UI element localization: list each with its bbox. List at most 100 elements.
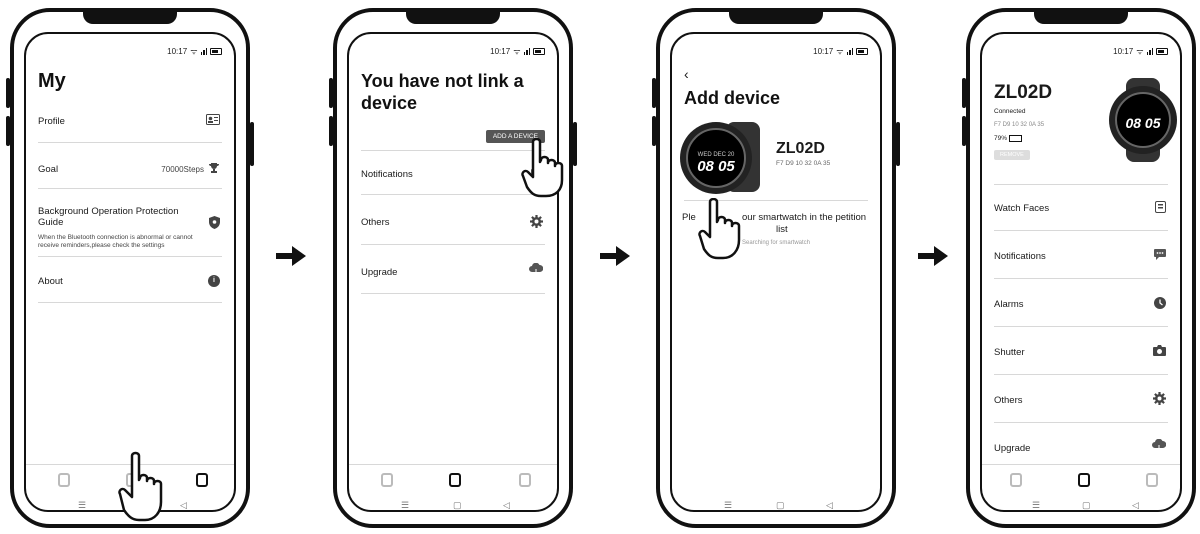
menu-nav-icon[interactable]: ☰ — [401, 500, 409, 510]
device-name: ZL02D — [994, 82, 1053, 103]
connection-status: Connected — [994, 108, 1026, 115]
menu-item-upgrade[interactable]: Upgrade — [361, 244, 545, 294]
menu-item-label: Upgrade — [994, 443, 1031, 454]
phone-notch — [1034, 8, 1128, 24]
phone-notch — [83, 8, 177, 24]
tap-hand-icon — [118, 451, 163, 522]
menu-item-shutter[interactable]: Shutter — [994, 326, 1168, 375]
message-icon — [1154, 249, 1166, 263]
menu-item-label: About — [38, 276, 63, 287]
menu-item-label: Others — [361, 217, 390, 228]
battery-icon — [1156, 48, 1168, 55]
signal-icon — [523, 48, 530, 55]
menu-item-label: Alarms — [994, 299, 1024, 310]
power-button — [896, 122, 900, 166]
volume-button — [329, 78, 333, 108]
menu-item-alarms[interactable]: Alarms — [994, 278, 1168, 327]
battery-icon — [1009, 135, 1023, 142]
volume-button — [962, 78, 966, 108]
home-nav-icon[interactable]: ▢ — [776, 500, 785, 510]
tab-device-icon[interactable] — [1078, 473, 1090, 487]
menu-nav-icon[interactable]: ☰ — [1032, 500, 1040, 510]
wifi-icon: ᯤ — [513, 47, 521, 56]
menu-item-others[interactable]: Others — [994, 374, 1168, 423]
hint-text-end: our smartwatch in the petition — [742, 212, 867, 223]
arrow-right-icon — [276, 246, 306, 266]
menu-nav-icon[interactable]: ☰ — [78, 500, 86, 510]
tab-profile-icon[interactable] — [519, 473, 531, 487]
status-time: 10:17 — [1113, 47, 1134, 56]
back-nav-icon[interactable]: ◁ — [180, 500, 187, 510]
back-nav-icon[interactable]: ◁ — [503, 500, 510, 510]
menu-item-label: Upgrade — [361, 267, 398, 278]
tab-profile-icon[interactable] — [196, 473, 208, 487]
smartwatch-image: WED DEC 20 08 05 — [680, 122, 760, 194]
tab-profile-icon[interactable] — [1146, 473, 1158, 487]
arrow-right-icon — [600, 246, 630, 266]
profile-card-icon — [206, 114, 220, 128]
signal-icon — [846, 48, 853, 55]
screen: 10:17 ᯤ You have not link a device ADD A… — [347, 32, 559, 512]
menu-item-label: Notifications — [994, 251, 1046, 262]
menu-item-background-guide[interactable]: Background Operation Protection Guide Wh… — [38, 194, 222, 257]
gear-icon — [530, 215, 543, 231]
phone-notch — [729, 8, 823, 24]
menu-item-label: Watch Faces — [994, 203, 1050, 214]
arrow-right-icon — [918, 246, 948, 266]
smartwatch-image: 08 05 — [1109, 78, 1177, 162]
menu-item-notifications[interactable]: Notifications — [361, 150, 545, 195]
menu-item-goal[interactable]: Goal 70000Steps — [38, 150, 222, 189]
bottom-tab-bar — [349, 464, 557, 505]
goal-value: 70000Steps — [161, 165, 204, 174]
volume-button — [6, 116, 10, 146]
tab-device-icon[interactable] — [449, 473, 461, 487]
menu-item-note: When the Bluetooth connection is abnorma… — [38, 234, 193, 249]
menu-item-notifications[interactable]: Notifications — [994, 230, 1168, 279]
volume-button — [652, 116, 656, 146]
home-nav-icon[interactable]: ▢ — [1082, 500, 1091, 510]
tab-home-icon[interactable] — [58, 473, 70, 487]
device-mac: F7 D9 10 32 0A 35 — [994, 122, 1045, 128]
battery-percent: 79% — [994, 135, 1008, 142]
screen: 10:17 ᯤ ZL02D Connected F7 D9 10 32 0A 3… — [980, 32, 1182, 512]
phone-my-screen: 10:17 ᯤ My Profile Goal 70000Steps Backg… — [6, 8, 254, 528]
device-mac: F7 D9 10 32 0A 35 — [776, 160, 831, 167]
menu-item-label: Others — [994, 395, 1023, 406]
menu-item-watch-faces[interactable]: Watch Faces — [994, 184, 1168, 231]
back-nav-icon[interactable]: ◁ — [1132, 500, 1139, 510]
tab-home-icon[interactable] — [381, 473, 393, 487]
phone-no-device-screen: 10:17 ᯤ You have not link a device ADD A… — [329, 8, 577, 528]
clock-icon — [1154, 297, 1166, 312]
page-title: Add device — [684, 88, 781, 108]
hint-text-start: Ple — [682, 212, 696, 223]
menu-nav-icon[interactable]: ☰ — [724, 500, 732, 510]
wifi-icon: ᯤ — [190, 47, 198, 56]
battery-icon — [533, 48, 545, 55]
power-button — [250, 122, 254, 166]
watch-time: 08 05 — [697, 158, 735, 175]
bottom-tab-bar — [982, 464, 1180, 505]
menu-item-profile[interactable]: Profile — [38, 104, 222, 143]
remove-button[interactable]: REMOVE — [994, 150, 1030, 160]
screen: 10:17 ᯤ ‹ Add device WED DEC 20 08 05 ZL… — [670, 32, 882, 512]
menu-item-label: Background Operation Protection Guide — [38, 206, 179, 228]
menu-item-others[interactable]: Others — [361, 194, 545, 245]
menu-item-upgrade[interactable]: Upgrade — [994, 422, 1168, 463]
volume-button — [962, 116, 966, 146]
menu-item-about[interactable]: About i — [38, 262, 222, 303]
tab-home-icon[interactable] — [1010, 473, 1022, 487]
status-time: 10:17 — [813, 47, 834, 56]
status-bar: 10:17 ᯤ — [1113, 46, 1168, 57]
volume-button — [6, 78, 10, 108]
battery-icon — [210, 48, 222, 55]
back-nav-icon[interactable]: ◁ — [826, 500, 833, 510]
trophy-icon — [208, 162, 220, 177]
phone-device-screen: 10:17 ᯤ ZL02D Connected F7 D9 10 32 0A 3… — [962, 8, 1196, 528]
back-chevron-icon[interactable]: ‹ — [684, 66, 689, 82]
cloud-icon — [529, 262, 544, 278]
home-nav-icon[interactable]: ▢ — [453, 500, 462, 510]
volume-button — [329, 116, 333, 146]
battery-icon — [856, 48, 868, 55]
cloud-icon — [1152, 438, 1167, 454]
gear-icon — [1153, 392, 1166, 408]
